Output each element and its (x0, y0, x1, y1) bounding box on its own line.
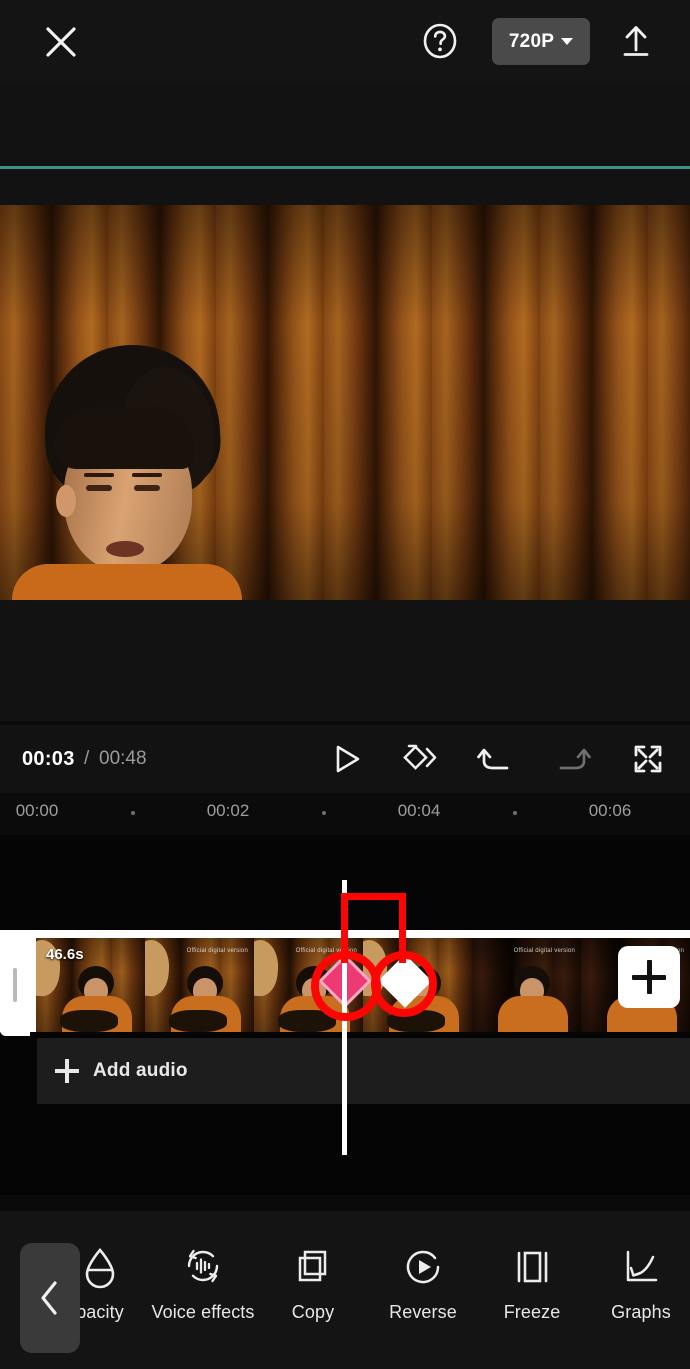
ruler-tick-label: 00:04 (397, 801, 441, 820)
add-media-button[interactable] (618, 946, 680, 1008)
video-editor-app: 720P 00:03 / 00:48 00:00 00:02 00:04 00:… (0, 0, 690, 1369)
add-audio-label: Add audio (93, 1060, 188, 1081)
thumb-subject (498, 966, 568, 1032)
undo-icon (477, 748, 509, 770)
keyframe-icon (403, 744, 437, 770)
help-circle-icon (423, 23, 457, 59)
voice-effects-icon (180, 1243, 226, 1289)
ruler-tick-label: 00:06 (588, 801, 632, 820)
graphs-icon (619, 1243, 663, 1289)
current-time: 00:03 (22, 747, 75, 770)
thumb-watermark: Official digital version (186, 948, 248, 954)
tool-label: Freeze (503, 1302, 561, 1322)
tool-label: Copy (291, 1302, 335, 1322)
freeze-icon (510, 1243, 554, 1289)
instrument-shape (145, 938, 171, 998)
ruler-tick-dot (131, 811, 135, 815)
top-bar: 720P (0, 0, 690, 84)
thumb-body (498, 996, 568, 1032)
trim-handle-left[interactable] (0, 934, 30, 1036)
time-separator: / (84, 748, 90, 769)
thumb-watermark: Official digital version (513, 948, 575, 954)
ruler-tick-label: 00:00 (15, 801, 59, 820)
thumb-subject (60, 966, 132, 1032)
thumb-subject (169, 966, 241, 1032)
trim-grip (13, 968, 17, 1002)
undo-button[interactable] (474, 737, 518, 781)
tool-copy[interactable]: Copy (258, 1243, 368, 1323)
fullscreen-button[interactable] (626, 737, 670, 781)
export-button[interactable] (612, 17, 660, 65)
tool-freeze[interactable]: Freeze (477, 1243, 587, 1323)
chevron-left-icon (41, 1281, 57, 1315)
instrument-shape (254, 938, 280, 998)
ruler-tick-dot (322, 811, 326, 815)
ear-shape (56, 485, 76, 517)
tool-voice-effects[interactable]: Voice effects (148, 1243, 258, 1323)
annotation-circle (371, 951, 437, 1017)
tool-graphs[interactable]: Graphs (586, 1243, 690, 1323)
ruler-tick-dot (513, 811, 517, 815)
upload-icon (623, 26, 649, 56)
bottom-toolbar: pacity Voice effects Copy Reverse Freeze… (0, 1211, 690, 1369)
tool-label: Voice effects (151, 1302, 255, 1322)
tool-label: Reverse (389, 1302, 457, 1322)
tool-label: pacity (76, 1302, 124, 1322)
resolution-label: 720P (508, 30, 555, 52)
redo-icon (559, 748, 591, 770)
chevron-down-icon (561, 38, 574, 45)
thumbnail: Official digital version (472, 938, 581, 1032)
brow-left (84, 473, 114, 477)
toolbar-back-button[interactable] (20, 1243, 80, 1353)
fringe-shape (54, 407, 194, 469)
eye-right (134, 485, 160, 491)
eye-left (86, 485, 112, 491)
reverse-icon (401, 1243, 445, 1289)
resolution-button[interactable]: 720P (492, 18, 590, 65)
shoulder-shape (12, 564, 242, 600)
keyframe-button[interactable] (398, 737, 442, 781)
total-time: 00:48 (99, 748, 147, 769)
timeline-ruler[interactable]: 00:00 00:02 00:04 00:06 (0, 793, 690, 835)
close-button[interactable] (36, 17, 86, 67)
clip-duration-badge: 46.6s (46, 946, 84, 963)
plus-icon (55, 1059, 79, 1083)
playback-bar: 00:03 / 00:48 (0, 725, 690, 793)
brow-right (132, 473, 162, 477)
video-preview[interactable] (0, 205, 690, 600)
close-icon (46, 27, 76, 57)
mouth-shape (106, 541, 144, 557)
thumb-guitar (169, 1010, 227, 1032)
opacity-droplet-icon (79, 1243, 121, 1289)
preview-subject (12, 339, 272, 600)
fullscreen-icon (634, 745, 662, 773)
plus-icon (646, 960, 652, 994)
ruler-tick-label: 00:02 (206, 801, 250, 820)
tool-reverse[interactable]: Reverse (368, 1243, 478, 1323)
thumbnail: Official digital version (145, 938, 254, 1032)
play-icon (336, 745, 360, 773)
play-button[interactable] (324, 737, 368, 781)
redo-button[interactable] (550, 737, 594, 781)
top-spacer (0, 84, 690, 166)
thumb-guitar (60, 1010, 118, 1032)
tool-label: Graphs (611, 1302, 671, 1322)
copy-icon (292, 1243, 334, 1289)
preview-area[interactable] (0, 169, 690, 721)
add-audio-track[interactable]: Add audio (37, 1038, 690, 1104)
help-button[interactable] (416, 17, 464, 65)
